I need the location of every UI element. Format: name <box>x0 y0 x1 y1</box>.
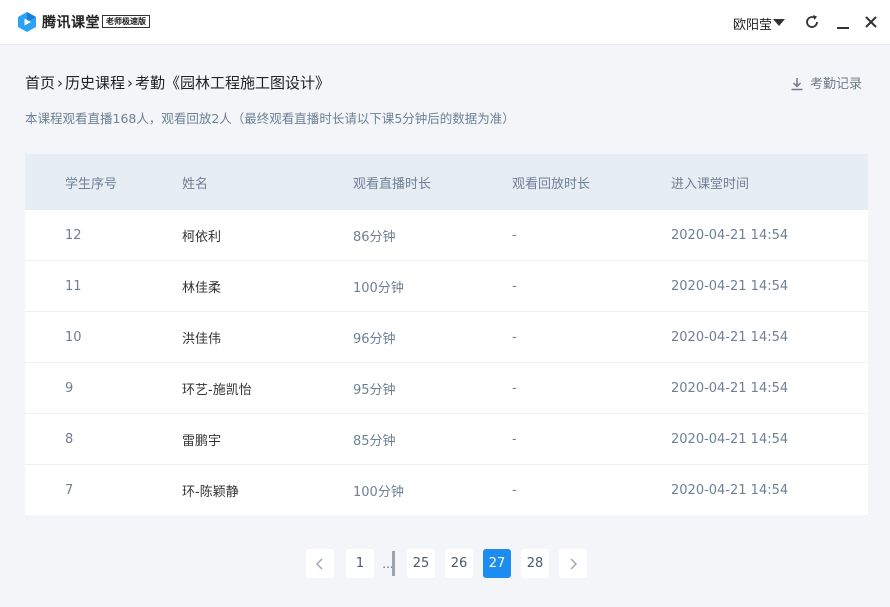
edition-badge: 老师极速版 <box>102 15 150 28</box>
breadcrumb: 首页 › 历史课程 › 考勤《园林工程施工图设计》 <box>25 72 330 93</box>
pagination-page-first[interactable]: 1 <box>346 549 374 578</box>
cell-student-id: 8 <box>65 431 74 447</box>
header-replay-duration: 观看回放时长 <box>512 176 591 192</box>
breadcrumb-home[interactable]: 首页 <box>25 74 55 92</box>
cell-name: 林佳柔 <box>182 280 222 296</box>
table-row: 7 环-陈颖静 100分钟 - 2020-04-21 14:54 <box>25 465 868 515</box>
cell-replay-duration: - <box>512 329 517 345</box>
cell-student-id: 10 <box>65 329 82 345</box>
user-name[interactable]: 欧阳莹 <box>733 14 772 33</box>
cell-name: 雷鹏宇 <box>182 433 222 449</box>
cell-student-id: 9 <box>65 380 74 396</box>
cell-student-id: 7 <box>65 482 74 498</box>
table-row: 12 柯依利 86分钟 - 2020-04-21 14:54 <box>25 210 868 261</box>
app-title: 腾讯课堂 <box>42 15 100 31</box>
cell-name: 柯依利 <box>182 229 222 245</box>
header-student-id: 学生序号 <box>65 176 118 192</box>
refresh-icon[interactable] <box>803 13 821 31</box>
header-live-duration: 观看直播时长 <box>353 176 432 192</box>
pagination-prev-button[interactable] <box>306 549 334 578</box>
pagination-page[interactable]: 26 <box>445 549 473 578</box>
table-row: 11 林佳柔 100分钟 - 2020-04-21 14:54 <box>25 261 868 312</box>
cell-join-time: 2020-04-21 14:54 <box>671 329 789 345</box>
cell-live-duration: 96分钟 <box>353 331 396 347</box>
cell-join-time: 2020-04-21 14:54 <box>671 431 789 447</box>
cell-join-time: 2020-04-21 14:54 <box>671 482 789 498</box>
chevron-right-icon <box>570 558 577 569</box>
cell-name: 环-陈颖静 <box>182 484 239 500</box>
cell-join-time: 2020-04-21 14:54 <box>671 278 789 294</box>
pagination-page[interactable]: 25 <box>407 549 435 578</box>
cell-live-duration: 95分钟 <box>353 382 396 398</box>
cell-replay-duration: - <box>512 227 517 243</box>
minimize-icon[interactable] <box>834 13 852 31</box>
cell-replay-duration: - <box>512 431 517 447</box>
cell-replay-duration: - <box>512 380 517 396</box>
download-icon <box>791 78 803 91</box>
cell-name: 环艺-施凯怡 <box>182 382 252 398</box>
cell-live-duration: 85分钟 <box>353 433 396 449</box>
breadcrumb-current: 考勤《园林工程施工图设计》 <box>135 74 331 92</box>
close-icon[interactable] <box>862 13 880 31</box>
cell-live-duration: 100分钟 <box>353 280 404 296</box>
chevron-left-icon <box>316 558 323 569</box>
cell-student-id: 12 <box>65 227 82 243</box>
breadcrumb-separator: › <box>127 74 134 92</box>
user-menu-caret-icon[interactable] <box>773 19 785 26</box>
cell-live-duration: 100分钟 <box>353 484 404 500</box>
attendance-summary: 本课程观看直播168人，观看回放2人（最终观看直播时长请以下课5分钟后的数据为准… <box>25 111 515 126</box>
table-row: 10 洪佳伟 96分钟 - 2020-04-21 14:54 <box>25 312 868 363</box>
breadcrumb-separator: › <box>57 74 64 92</box>
attendance-records-label: 考勤记录 <box>810 77 863 92</box>
attendance-records-button[interactable]: 考勤记录 <box>790 73 862 92</box>
cell-replay-duration: - <box>512 278 517 294</box>
cell-student-id: 11 <box>65 278 82 294</box>
pagination-divider <box>392 551 395 576</box>
pagination-next-button[interactable] <box>559 549 587 578</box>
header-name: 姓名 <box>182 176 209 192</box>
cell-live-duration: 86分钟 <box>353 229 396 245</box>
cell-join-time: 2020-04-21 14:54 <box>671 227 789 243</box>
table-row: 9 环艺-施凯怡 95分钟 - 2020-04-21 14:54 <box>25 363 868 414</box>
attendance-table: 学生序号 姓名 观看直播时长 观看回放时长 进入课堂时间 12 柯依利 86分钟… <box>25 154 868 515</box>
table-row: 8 雷鹏宇 85分钟 - 2020-04-21 14:54 <box>25 414 868 465</box>
pagination-page-current[interactable]: 27 <box>483 549 511 578</box>
cell-name: 洪佳伟 <box>182 331 222 347</box>
table-header: 学生序号 姓名 观看直播时长 观看回放时长 进入课堂时间 <box>25 154 868 210</box>
breadcrumb-history[interactable]: 历史课程 <box>65 74 125 92</box>
pagination-page[interactable]: 28 <box>521 549 549 578</box>
cell-replay-duration: - <box>512 482 517 498</box>
tencent-classroom-logo-icon <box>18 12 36 32</box>
header-join-time: 进入课堂时间 <box>671 176 750 192</box>
title-bar: 腾讯课堂 老师极速版 欧阳莹 <box>0 0 890 45</box>
cell-join-time: 2020-04-21 14:54 <box>671 380 789 396</box>
